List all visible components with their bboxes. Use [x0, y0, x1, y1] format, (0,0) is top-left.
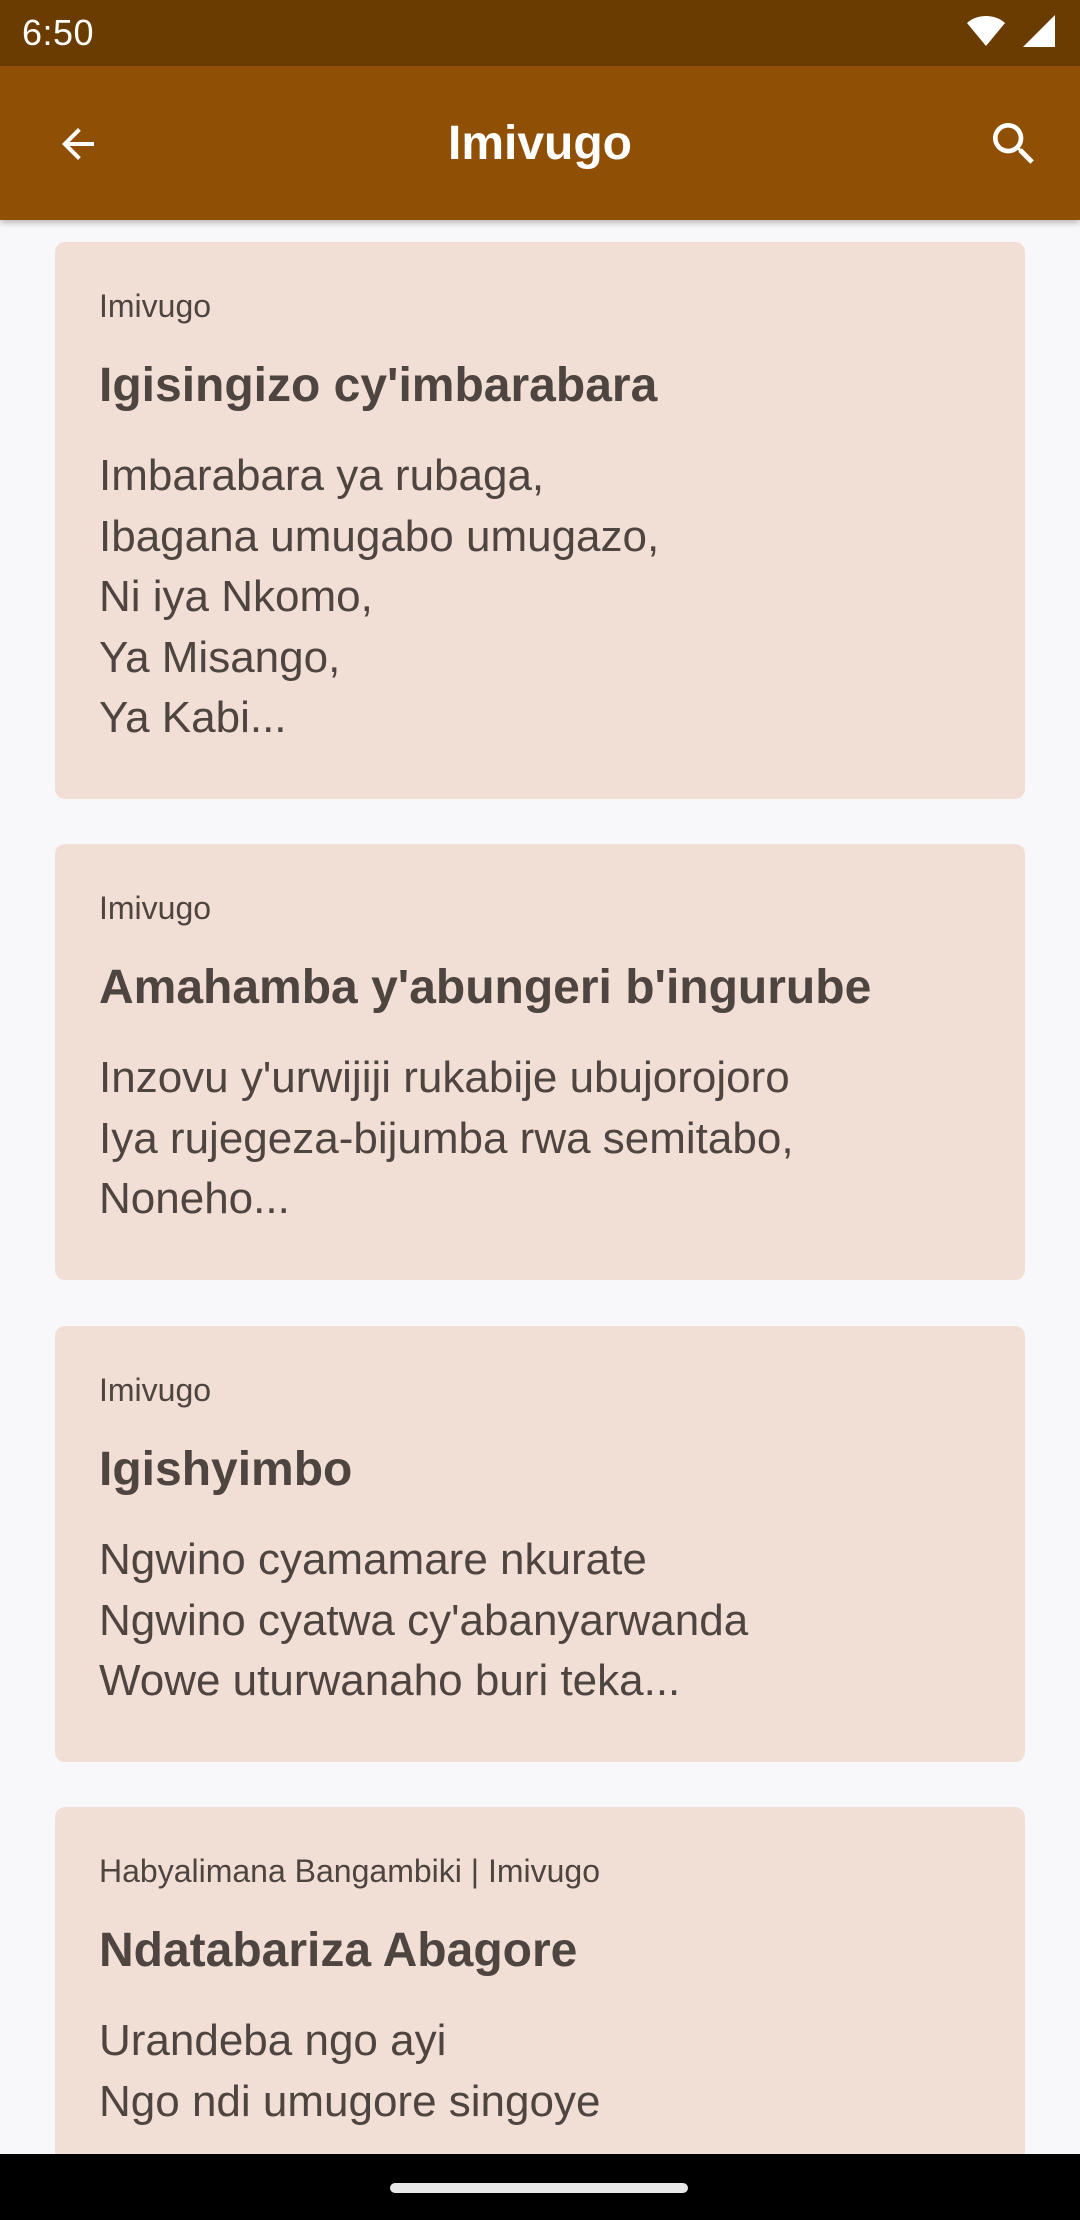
- app-bar: Imivugo: [0, 66, 1080, 220]
- poem-card[interactable]: Imivugo Igisingizo cy'imbarabara Imbarab…: [55, 242, 1025, 799]
- card-title: Igishyimbo: [99, 1443, 353, 1496]
- cell-signal-icon: [1022, 14, 1056, 53]
- card-excerpt: Ngwino cyamamare nkurate Ngwino cyatwa c…: [99, 1535, 749, 1705]
- card-category: Imivugo: [99, 1372, 212, 1408]
- poem-card[interactable]: Imivugo Amahamba y'abungeri b'ingurube I…: [55, 844, 1025, 1280]
- card-excerpt: Urandeba ngo ayi Ngo ndi umugore singoye: [99, 2016, 601, 2126]
- status-time: 6:50: [22, 12, 95, 53]
- status-bar: 6:50: [0, 0, 1080, 66]
- home-gesture-handle[interactable]: [390, 2183, 688, 2193]
- card-category: Imivugo: [99, 288, 212, 324]
- card-title: Igisingizo cy'imbarabara: [99, 359, 658, 412]
- card-excerpt: Inzovu y'urwijiji rukabije ubujorojoro I…: [99, 1053, 794, 1223]
- poem-card[interactable]: Habyalimana Bangambiki | Imivugo Ndataba…: [55, 1807, 1025, 2154]
- arrow-back-icon: [54, 120, 102, 173]
- card-author-category: Habyalimana Bangambiki | Imivugo: [99, 1853, 600, 1889]
- status-icons: [966, 14, 1056, 53]
- page-title: Imivugo: [447, 116, 632, 170]
- navigation-bar: [0, 2154, 1080, 2220]
- wifi-icon: [966, 15, 1006, 52]
- search-icon: [986, 116, 1042, 177]
- card-title: Amahamba y'abungeri b'ingurube: [99, 961, 872, 1014]
- search-button[interactable]: [974, 106, 1054, 186]
- card-category: Imivugo: [99, 890, 212, 926]
- card-excerpt: Imbarabara ya rubaga, Ibagana umugabo um…: [99, 451, 660, 742]
- card-title: Ndatabariza Abagore: [99, 1924, 578, 1977]
- poem-list[interactable]: Imivugo Igisingizo cy'imbarabara Imbarab…: [0, 220, 1080, 2154]
- poem-card[interactable]: Imivugo Igishyimbo Ngwino cyamamare nkur…: [55, 1326, 1025, 1762]
- back-button[interactable]: [40, 108, 116, 184]
